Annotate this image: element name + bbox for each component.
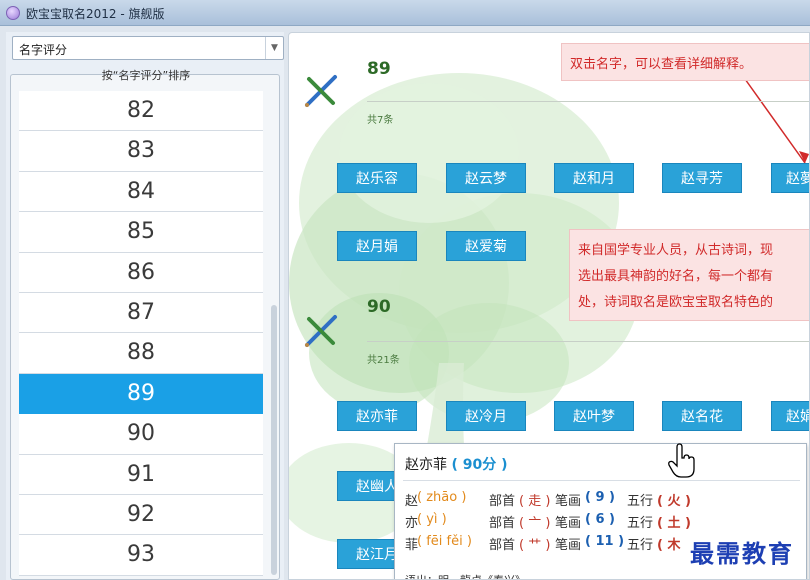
- name-button[interactable]: 赵云梦: [446, 163, 526, 193]
- score-list-item[interactable]: 91: [19, 454, 263, 495]
- hand-pointer-icon: [668, 443, 695, 478]
- strokes-label: 笔画: [555, 516, 582, 531]
- feature-note-line: 来自国学专业人员，从古诗词，现: [578, 243, 774, 258]
- radical-label: 部首: [489, 516, 516, 531]
- char-pinyin: ( fēi fěi ): [417, 534, 472, 549]
- char-pinyin: ( zhāo ): [417, 490, 467, 505]
- group-count: 共7条: [367, 115, 394, 126]
- group-divider: [367, 101, 809, 102]
- feature-note: 来自国学专业人员，从古诗词，现 选出最具神韵的好名，每一个都有 处，诗词取名是欧…: [569, 229, 809, 321]
- five-elements-value: ( 土 ): [657, 516, 691, 531]
- name-button[interactable]: 赵乐容: [337, 163, 417, 193]
- score-list: 82 83 84 85 86 87 88 89 90 91 92 93: [19, 91, 263, 576]
- score-list-item[interactable]: 86: [19, 252, 263, 293]
- brush-pen-icon: [305, 315, 337, 347]
- five-elements-label: 五行: [627, 516, 654, 531]
- watermark: 最需教育: [690, 539, 794, 568]
- radical-label: 部首: [489, 494, 516, 509]
- name-button[interactable]: 赵月娟: [337, 231, 417, 261]
- radical-label: 部首: [489, 538, 516, 553]
- score-list-item[interactable]: 90: [19, 414, 263, 455]
- tooltip-header: 赵亦菲 ( 90分 ): [405, 454, 507, 474]
- strokes-label: 笔画: [555, 538, 582, 553]
- window-title: 欧宝宝取名2012 - 旗舰版: [26, 7, 165, 21]
- score-list-item[interactable]: 83: [19, 131, 263, 172]
- tooltip-score: ( 90分 ): [451, 457, 508, 473]
- feature-note-line: 选出最具神韵的好名，每一个都有: [578, 269, 774, 284]
- score-list-group: 按“名字评分”排序 82 83 84 85 86 87 88 89 90 91 …: [10, 69, 280, 580]
- tooltip-name: 赵亦菲: [405, 457, 447, 473]
- strokes-value: ( 11 ): [585, 534, 625, 549]
- radical-value: ( 亠 ): [519, 516, 551, 531]
- name-results-panel: 89 共7条 赵乐容 赵云梦 赵和月 赵寻芳 赵夢 赵月娟 赵爱菊 双击名字，可…: [288, 32, 810, 580]
- group-score-title: 89: [367, 59, 391, 79]
- title-bar: 欧宝宝取名2012 - 旗舰版: [0, 0, 810, 26]
- name-button[interactable]: 赵和月: [554, 163, 634, 193]
- name-button[interactable]: 赵娟: [771, 401, 809, 431]
- name-button[interactable]: 赵夢: [771, 163, 809, 193]
- group-count: 共21条: [367, 355, 400, 366]
- name-button-hovered[interactable]: 赵亦菲: [337, 401, 417, 431]
- chevron-down-icon[interactable]: ▼: [265, 37, 283, 59]
- name-button[interactable]: 赵叶梦: [554, 401, 634, 431]
- score-list-item[interactable]: 85: [19, 212, 263, 253]
- poem-source: 语出：明．龍卓《春兴》: [405, 572, 526, 579]
- score-list-item-selected[interactable]: 89: [19, 373, 263, 415]
- feature-note-line: 处，诗词取名是欧宝宝取名特色的: [578, 295, 774, 310]
- score-list-item[interactable]: 84: [19, 171, 263, 213]
- hint-note: 双击名字，可以查看详细解释。: [561, 43, 809, 81]
- sort-select[interactable]: 名字评分 ▼: [12, 36, 284, 60]
- radical-value: ( 艹 ): [519, 538, 551, 553]
- name-button[interactable]: 赵名花: [662, 401, 742, 431]
- five-elements-label: 五行: [627, 538, 654, 553]
- score-list-item[interactable]: 93: [19, 535, 263, 576]
- five-elements-value: ( 木: [657, 538, 681, 553]
- group-divider: [367, 341, 809, 342]
- score-list-item[interactable]: 88: [19, 333, 263, 374]
- score-list-item[interactable]: 87: [19, 292, 263, 334]
- list-scrollbar[interactable]: [271, 305, 277, 575]
- score-list-item[interactable]: 92: [19, 494, 263, 536]
- five-elements-label: 五行: [627, 494, 654, 509]
- name-button[interactable]: 赵爱菊: [446, 231, 526, 261]
- five-elements-value: ( 火 ): [657, 494, 691, 509]
- radical-value: ( 走 ): [519, 494, 551, 509]
- app-icon: [6, 6, 20, 20]
- strokes-value: ( 9 ): [585, 490, 615, 505]
- score-list-item[interactable]: 82: [19, 91, 263, 132]
- left-panel: 名字评分 ▼ 按“名字评分”排序 82 83 84 85 86 87 88 89…: [6, 32, 284, 580]
- group-score-title: 90: [367, 297, 391, 317]
- strokes-value: ( 6 ): [585, 512, 615, 527]
- brush-pen-icon: [305, 75, 337, 107]
- sort-select-value: 名字评分: [19, 43, 68, 57]
- tooltip-divider: [403, 480, 800, 481]
- strokes-label: 笔画: [555, 494, 582, 509]
- name-button[interactable]: 赵寻芳: [662, 163, 742, 193]
- char-pinyin: ( yì ): [417, 512, 447, 527]
- name-button[interactable]: 赵冷月: [446, 401, 526, 431]
- list-caption: 按“名字评分”排序: [101, 69, 191, 82]
